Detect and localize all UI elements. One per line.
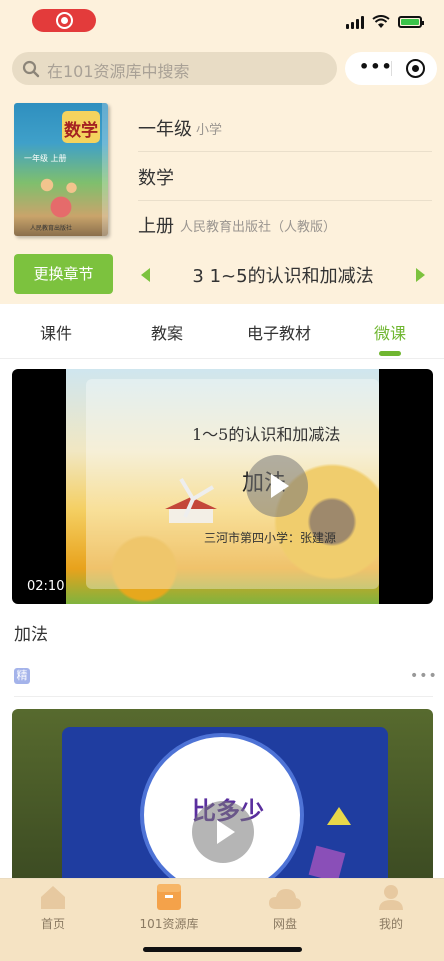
publisher-label: 人民教育出版社（人教版）	[180, 220, 337, 235]
active-tab-indicator	[379, 351, 401, 356]
tab-micro-lesson[interactable]: 微课	[374, 320, 406, 344]
cloud-icon	[269, 889, 301, 909]
cover-title-box: 数学	[62, 111, 100, 143]
thumbnail-card	[86, 379, 379, 589]
volume-label: 上册	[138, 216, 174, 237]
play-icon[interactable]	[246, 455, 308, 517]
windmill-illustration	[165, 477, 217, 523]
signal-icon	[346, 15, 364, 29]
video-frame-author: 三河市第四小学：张建源	[204, 531, 337, 545]
grade-row: 一年级 小学	[138, 103, 432, 152]
cover-publisher: 人民教育出版社	[30, 225, 73, 232]
user-icon	[379, 885, 403, 910]
list-divider	[14, 696, 433, 697]
video-title[interactable]: 加法	[14, 620, 48, 645]
video-thumbnail: 1～5的认识和加减法 加法 三河市第四小学：张建源	[66, 369, 379, 604]
next-chapter-icon[interactable]	[416, 268, 425, 282]
volume-row: 上册 人民教育出版社（人教版）	[138, 200, 432, 248]
tab-lesson-plan[interactable]: 教案	[151, 320, 183, 344]
video-frame-title: 1～5的认识和加减法	[192, 425, 341, 444]
tabbar-label-library: 101资源库	[139, 917, 199, 931]
more-options-icon[interactable]: •••	[410, 668, 438, 684]
cover-title: 数学	[64, 121, 98, 141]
record-icon	[56, 12, 73, 29]
capsule-divider	[391, 61, 392, 76]
tab-e-textbook[interactable]: 电子教材	[247, 320, 311, 344]
prev-chapter-icon[interactable]	[141, 268, 150, 282]
library-icon	[157, 884, 181, 910]
video-player[interactable]: 1～5的认识和加减法 加法 三河市第四小学：张建源 02:10	[12, 369, 433, 604]
home-indicator	[143, 947, 302, 952]
cover-illustration	[26, 163, 96, 218]
level-label: 小学	[196, 123, 223, 138]
resource-tabs: 课件 教案 电子教材 微课	[0, 304, 444, 359]
tab-courseware[interactable]: 课件	[40, 320, 72, 344]
featured-badge: 精	[14, 668, 30, 684]
tabbar-label-profile: 我的	[378, 917, 403, 931]
cover-spine	[102, 103, 108, 236]
change-chapter-button[interactable]: 更换章节	[14, 254, 113, 294]
textbook-cover[interactable]: 数学 一年级 上册 人民教育出版社	[14, 103, 108, 236]
play-icon[interactable]	[192, 801, 254, 863]
status-bar	[0, 0, 444, 44]
more-icon[interactable]: •••	[359, 59, 393, 75]
video-player[interactable]: 比多少	[12, 709, 433, 878]
close-mini-program-icon[interactable]	[406, 59, 425, 78]
screen-record-indicator[interactable]	[32, 9, 96, 32]
mini-program-capsule: •••	[345, 52, 437, 85]
subject-label: 数学	[138, 168, 174, 189]
status-icons	[346, 14, 424, 30]
triangle-shape	[327, 807, 351, 825]
home-icon	[41, 886, 65, 909]
grade-label: 一年级	[138, 119, 192, 140]
search-bar[interactable]: 在101资源库中搜索	[12, 52, 337, 85]
tabbar-label-home: 首页	[40, 917, 65, 931]
tabbar-label-cloud: 网盘	[272, 917, 297, 931]
video-duration: 02:10	[27, 579, 65, 594]
chapter-title: 3 1~5的认识和加减法	[192, 266, 374, 287]
battery-icon	[398, 16, 424, 28]
search-placeholder: 在101资源库中搜索	[47, 62, 190, 81]
search-icon	[22, 60, 40, 78]
resource-panel: 课件 教案 电子教材 微课 1～5的认识和加减法 加法 三河市第四小学：张建源 …	[0, 304, 444, 878]
wifi-icon	[372, 15, 390, 28]
subject-row: 数学	[138, 152, 432, 201]
